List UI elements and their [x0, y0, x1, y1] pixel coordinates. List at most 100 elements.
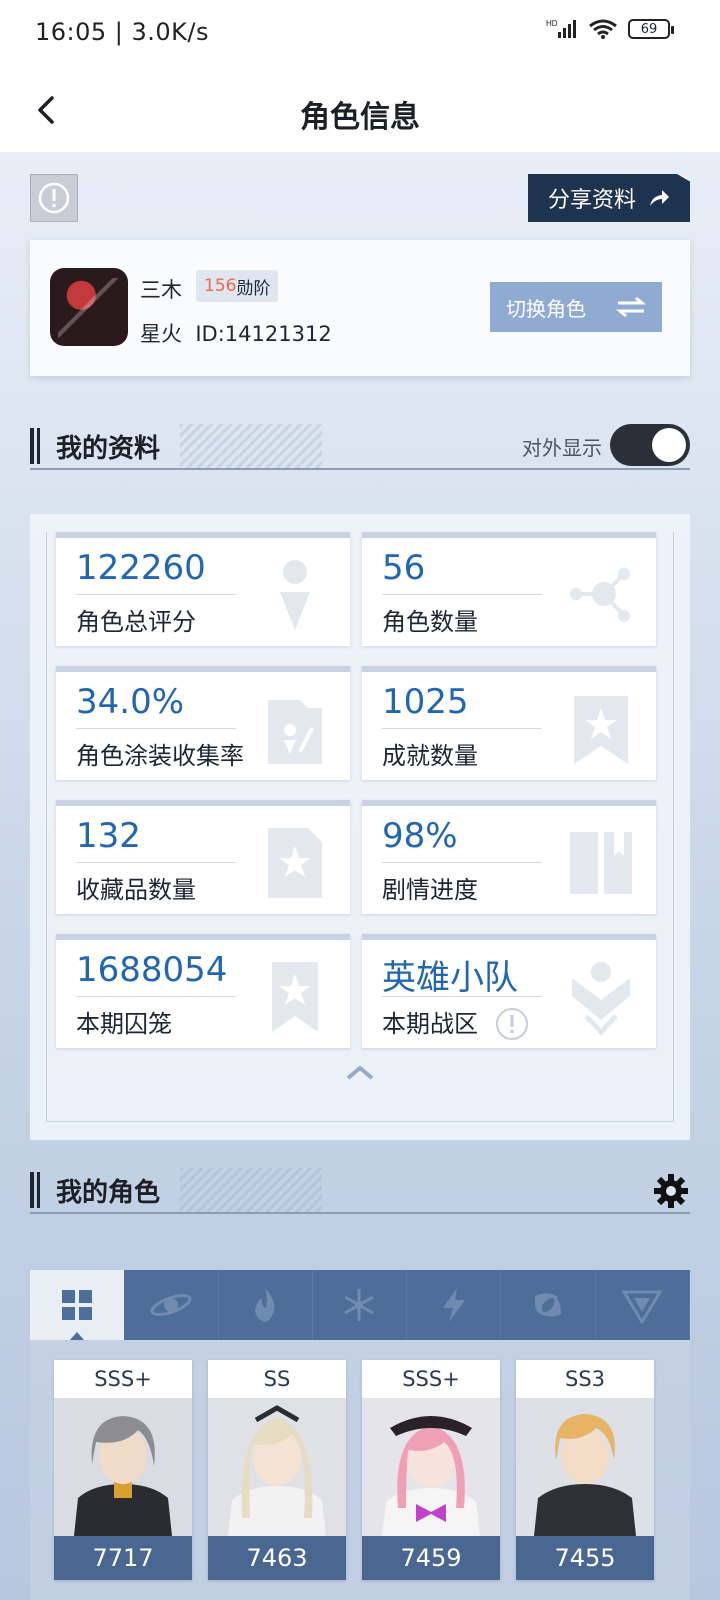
fire-icon: [255, 1288, 275, 1322]
character-card[interactable]: SS 7463: [208, 1360, 346, 1580]
share-profile-button[interactable]: 分享资料: [528, 174, 690, 222]
stat-divider: [76, 728, 236, 729]
my-data-header: 我的资料 对外显示: [30, 424, 690, 470]
toggle-knob: [652, 428, 686, 462]
stat-label: 本期战区: [382, 1010, 478, 1038]
physical-icon: [622, 1290, 663, 1324]
lightning-icon: [442, 1288, 465, 1322]
character-portrait: [516, 1398, 654, 1536]
stat-label: 收藏品数量: [76, 876, 196, 904]
rank-badge: 156 勋阶: [196, 270, 279, 302]
stat-label: 本期囚笼: [76, 1010, 172, 1038]
rank-suffix: 勋阶: [236, 278, 271, 299]
character-rank: SSS+: [402, 1367, 460, 1391]
public-display-label: 对外显示: [522, 436, 602, 460]
all-icon: [61, 1290, 92, 1320]
stat-label: 成就数量: [382, 742, 478, 770]
character-rank: SS: [263, 1367, 291, 1391]
stat-label: 角色总评分: [76, 608, 196, 636]
tab-physical[interactable]: [596, 1270, 690, 1340]
info-button[interactable]: [30, 174, 78, 222]
my-characters-title: 我的角色: [56, 1178, 161, 1208]
stat-divider: [382, 996, 542, 997]
character-power: 7455: [516, 1536, 654, 1580]
network-icon: [570, 568, 630, 622]
profile-card: 三木 156 勋阶 星火 ID:14121312 切换角色: [30, 240, 690, 376]
stat-divider: [382, 862, 542, 863]
ice-icon: [344, 1289, 375, 1321]
character-card[interactable]: SSS+ 7459: [362, 1360, 500, 1580]
rank-number: 156: [204, 276, 237, 296]
server-id-line: 星火 ID:14121312: [140, 318, 332, 348]
character-power: 7463: [208, 1536, 346, 1580]
warzone-info-icon[interactable]: [494, 1006, 530, 1042]
stat-card-coating-rate: 34.0% 角色涂装收集率: [56, 666, 350, 780]
stats-panel: 122260 角色总评分 56 角色数量 34.0% 角色涂装收集率 1025 …: [30, 514, 690, 1140]
stat-card-achievements: 1025 成就数量: [362, 666, 656, 780]
character-list: SSS+ 7717 SS 7463 SSS+ 7459 SS3 7455: [30, 1340, 690, 1600]
tab-dark[interactable]: [501, 1270, 596, 1340]
player-name: 三木: [140, 278, 182, 302]
status-time: 16:05 | 3.0K/s: [35, 18, 210, 46]
warzone-icon: [572, 962, 630, 1036]
app-header: 角色信息: [0, 66, 720, 152]
share-label: 分享资料: [547, 188, 636, 213]
stat-label: 角色数量: [382, 608, 478, 636]
tab-lightning[interactable]: [407, 1270, 502, 1340]
character-portrait: [362, 1398, 500, 1536]
stat-card-total-score: 122260 角色总评分: [56, 532, 350, 646]
stat-value: 1688054: [76, 950, 228, 990]
character-power: 7459: [362, 1536, 500, 1580]
element-tabs: [30, 1270, 690, 1340]
stat-value: 34.0%: [76, 682, 185, 722]
page-title: 角色信息: [300, 100, 420, 135]
signal-icon: HD: [546, 19, 576, 38]
tab-ice[interactable]: [313, 1270, 408, 1340]
stat-value: 132: [76, 816, 141, 856]
tab-class[interactable]: [124, 1270, 219, 1340]
stat-divider: [76, 996, 236, 997]
tab-all[interactable]: [30, 1270, 125, 1340]
svg-text:HD: HD: [546, 19, 558, 28]
section-bar: [30, 1172, 40, 1208]
character-card[interactable]: SS3 7455: [516, 1360, 654, 1580]
player-id: ID:14121312: [195, 322, 332, 346]
header-stripe: [180, 424, 322, 468]
stat-value: 1025: [382, 682, 469, 722]
collapse-chevron-icon[interactable]: [340, 1060, 380, 1086]
class-icon: [150, 1294, 192, 1316]
star-bookmark-icon: [574, 696, 628, 764]
public-display-toggle[interactable]: [610, 424, 690, 466]
stat-value: 122260: [76, 548, 206, 588]
stat-value: 英雄小队: [382, 958, 518, 998]
share-arrow-icon: [650, 190, 669, 206]
gear-icon[interactable]: [652, 1172, 690, 1210]
my-characters-header: 我的角色: [30, 1168, 690, 1214]
my-data-title: 我的资料: [56, 434, 161, 464]
coating-icon: [268, 700, 322, 764]
stat-value: 98%: [382, 816, 458, 856]
battery-icon: 69: [628, 19, 674, 39]
dark-icon: [535, 1293, 562, 1317]
swap-arrows-icon: [616, 296, 646, 318]
stat-card-warzone: 英雄小队 本期战区: [362, 934, 656, 1048]
wifi-icon: [589, 19, 617, 39]
stat-card-cage: 1688054 本期囚笼: [56, 934, 350, 1048]
stat-divider: [76, 594, 236, 595]
character-portrait: [208, 1398, 346, 1536]
avatar[interactable]: [50, 268, 128, 346]
character-card[interactable]: SSS+ 7717: [54, 1360, 192, 1580]
book-icon: [570, 832, 632, 894]
character-rank: SSS+: [94, 1367, 152, 1391]
stat-divider: [382, 594, 542, 595]
switch-label: 切换角色: [506, 296, 586, 321]
tab-fire[interactable]: [219, 1270, 313, 1340]
stat-value: 56: [382, 548, 426, 588]
star-document-icon: [268, 828, 322, 898]
stat-label: 剧情进度: [382, 876, 478, 904]
section-bar: [30, 428, 40, 464]
star-banner-icon: [272, 962, 318, 1032]
stat-divider: [382, 728, 542, 729]
switch-character-button[interactable]: 切换角色: [490, 282, 662, 332]
info-icon: [38, 182, 70, 214]
